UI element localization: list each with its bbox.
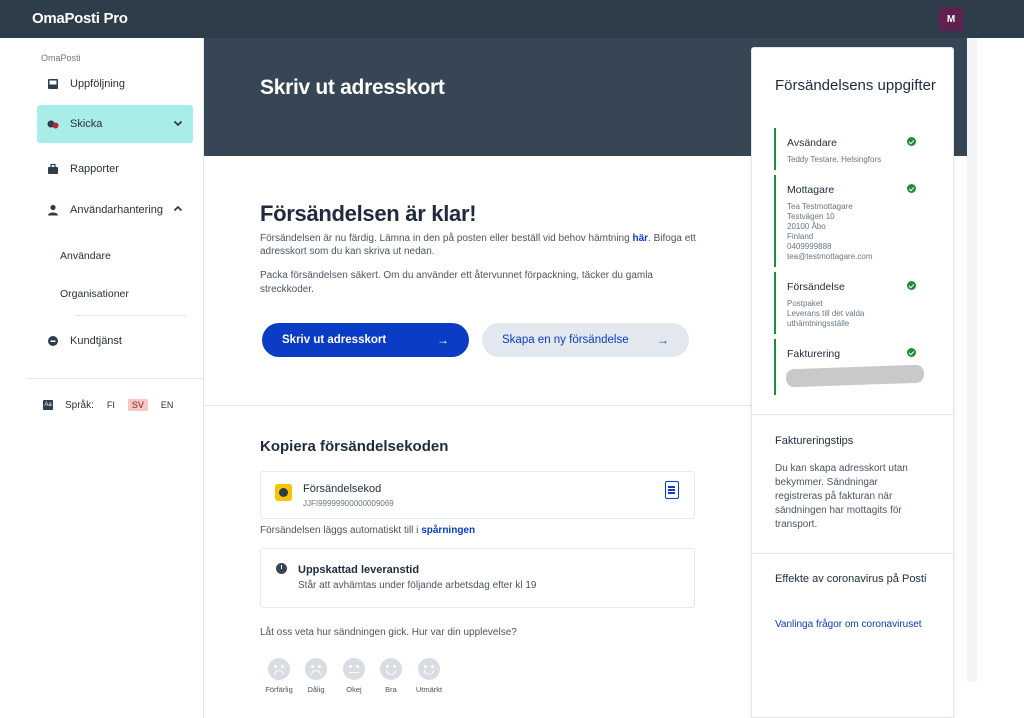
check-icon bbox=[907, 184, 916, 193]
posti-logo-icon bbox=[275, 484, 292, 501]
sidebar-subitem-organisationer[interactable]: Organisationer bbox=[60, 288, 129, 300]
sad-face-icon bbox=[305, 658, 327, 680]
page-title: Skriv ut adresskort bbox=[260, 76, 445, 99]
language-option-en[interactable]: EN bbox=[157, 399, 178, 411]
inbox-icon bbox=[47, 78, 59, 90]
panel-title: Försändelsens uppgifter bbox=[775, 77, 936, 94]
shipment-code-label: Försändelsekod bbox=[303, 483, 382, 495]
language-option-fi[interactable]: FI bbox=[103, 399, 119, 411]
sidebar-item-label: Användarhantering bbox=[70, 204, 163, 216]
user-icon bbox=[47, 204, 59, 216]
corona-faq-link[interactable]: Vanlinga frågor om coronaviruset bbox=[775, 618, 925, 632]
new-shipment-button[interactable]: Skapa en ny försändelse → bbox=[482, 323, 689, 357]
very-happy-face-icon bbox=[418, 658, 440, 680]
feedback-option-forfarlig[interactable]: Förfärlig bbox=[259, 658, 299, 694]
sidebar-item-uppfoljning[interactable]: Uppföljning bbox=[37, 65, 193, 103]
happy-face-icon bbox=[380, 658, 402, 680]
sidebar-item-label: Kundtjänst bbox=[70, 335, 122, 347]
language-option-sv[interactable]: SV bbox=[127, 399, 148, 411]
copy-icon[interactable] bbox=[665, 481, 679, 499]
sidebar-item-label: Rapporter bbox=[70, 163, 119, 175]
pack-text: Packa försändelsen säkert. Om du använde… bbox=[260, 270, 653, 295]
step-title: Försändelse bbox=[787, 281, 845, 293]
section-divider bbox=[204, 405, 751, 406]
main-content: Skriv ut adresskort Försändelsen är klar… bbox=[204, 38, 968, 718]
top-bar: OmaPosti Pro M bbox=[0, 0, 1024, 38]
sidebar: OmaPosti Uppföljning Skicka Rapporter An… bbox=[0, 38, 204, 718]
step-recipient[interactable]: Mottagare Tea Testmottagare Testvägen 10… bbox=[774, 175, 924, 267]
corona-title: Effekte av coronavirus på Posti bbox=[775, 573, 927, 585]
step-title: Mottagare bbox=[787, 184, 835, 196]
language-selector: Aa Språk: FI SV EN bbox=[43, 399, 177, 411]
sidebar-item-rapporter[interactable]: Rapporter bbox=[37, 150, 193, 188]
estimate-title: Uppskattad leveranstid bbox=[298, 564, 420, 576]
shipment-code-value: JJFI99999900000009069 bbox=[303, 499, 394, 508]
step-title: Avsändare bbox=[787, 137, 838, 149]
sidebar-divider bbox=[75, 315, 187, 316]
feedback-option-dalig[interactable]: Dålig bbox=[296, 658, 336, 694]
tracking-text: Försändelsen läggs automatiskt till i sp… bbox=[260, 525, 476, 536]
brand-logo[interactable]: OmaPosti Pro bbox=[32, 10, 128, 27]
clock-icon bbox=[276, 563, 287, 574]
delivery-estimate-card: Uppskattad leveranstid Står att avhämtas… bbox=[260, 548, 695, 608]
user-avatar[interactable]: M bbox=[939, 7, 963, 31]
sidebar-item-label: Uppföljning bbox=[70, 78, 126, 90]
pickup-link[interactable]: här bbox=[632, 233, 648, 244]
feedback-option-utmarkt[interactable]: Utmärkt bbox=[409, 658, 449, 694]
sidebar-item-skicka[interactable]: Skicka bbox=[37, 105, 193, 143]
sidebar-divider bbox=[26, 378, 204, 379]
arrow-right-icon: → bbox=[657, 333, 669, 347]
neutral-face-icon bbox=[343, 658, 365, 680]
estimate-text: Står att avhämtas under följande arbetsd… bbox=[298, 580, 537, 591]
scrollbar[interactable] bbox=[967, 38, 977, 682]
tracking-link[interactable]: spårningen bbox=[421, 525, 475, 536]
check-icon bbox=[907, 281, 916, 290]
shipment-code-card: Försändelsekod JJFI99999900000009069 bbox=[260, 471, 695, 519]
sidebar-subitem-anvandare[interactable]: Användare bbox=[60, 250, 111, 262]
panel-divider bbox=[752, 414, 955, 415]
chevron-down-icon[interactable] bbox=[173, 118, 183, 131]
language-label: Språk: bbox=[65, 399, 94, 411]
sidebar-item-anvandarhantering[interactable]: Användarhantering bbox=[37, 191, 193, 229]
step-details: Tea Testmottagare Testvägen 10 20100 Åbo… bbox=[787, 202, 873, 261]
panel-divider bbox=[752, 553, 955, 554]
billing-tips-title: Faktureringstips bbox=[775, 435, 854, 447]
sidebar-item-label: Skicka bbox=[70, 118, 103, 130]
support-icon bbox=[47, 335, 59, 347]
sidebar-section-label: OmaPosti bbox=[41, 53, 81, 63]
ready-heading: Försändelsen är klar! bbox=[260, 201, 477, 226]
sidebar-item-kundtjanst[interactable]: Kundtjänst bbox=[37, 322, 193, 360]
language-icon: Aa bbox=[43, 400, 53, 410]
step-title: Fakturering bbox=[787, 348, 841, 360]
ready-text: Försändelsen är nu färdig. Lämna in den … bbox=[260, 233, 696, 257]
briefcase-icon bbox=[47, 163, 59, 175]
shipment-details-panel: Försändelsens uppgifter Avsändare Teddy … bbox=[751, 47, 955, 718]
very-sad-face-icon bbox=[268, 658, 290, 680]
arrow-right-icon: → bbox=[437, 333, 449, 347]
feedback-question: Låt oss veta hur sändningen gick. Hur va… bbox=[260, 627, 517, 638]
feedback-option-okej[interactable]: Okej bbox=[334, 658, 374, 694]
step-details: Postpaket Leverans till det valda uthämt… bbox=[787, 299, 865, 328]
check-icon bbox=[907, 137, 916, 146]
send-icon bbox=[47, 118, 59, 130]
chevron-up-icon[interactable] bbox=[173, 204, 183, 217]
billing-tips-text: Du kan skapa adresskort utan bekymmer. S… bbox=[775, 463, 908, 530]
feedback-option-bra[interactable]: Bra bbox=[371, 658, 411, 694]
step-shipment[interactable]: Försändelse Postpaket Leverans till det … bbox=[774, 272, 924, 334]
print-address-card-button[interactable]: Skriv ut adresskort → bbox=[262, 323, 469, 357]
copy-code-heading: Kopiera försändelsekoden bbox=[260, 438, 449, 455]
step-details: Teddy Testare, Helsingfors bbox=[787, 155, 882, 164]
step-sender[interactable]: Avsändare Teddy Testare, Helsingfors bbox=[774, 128, 924, 170]
check-icon bbox=[907, 348, 916, 357]
